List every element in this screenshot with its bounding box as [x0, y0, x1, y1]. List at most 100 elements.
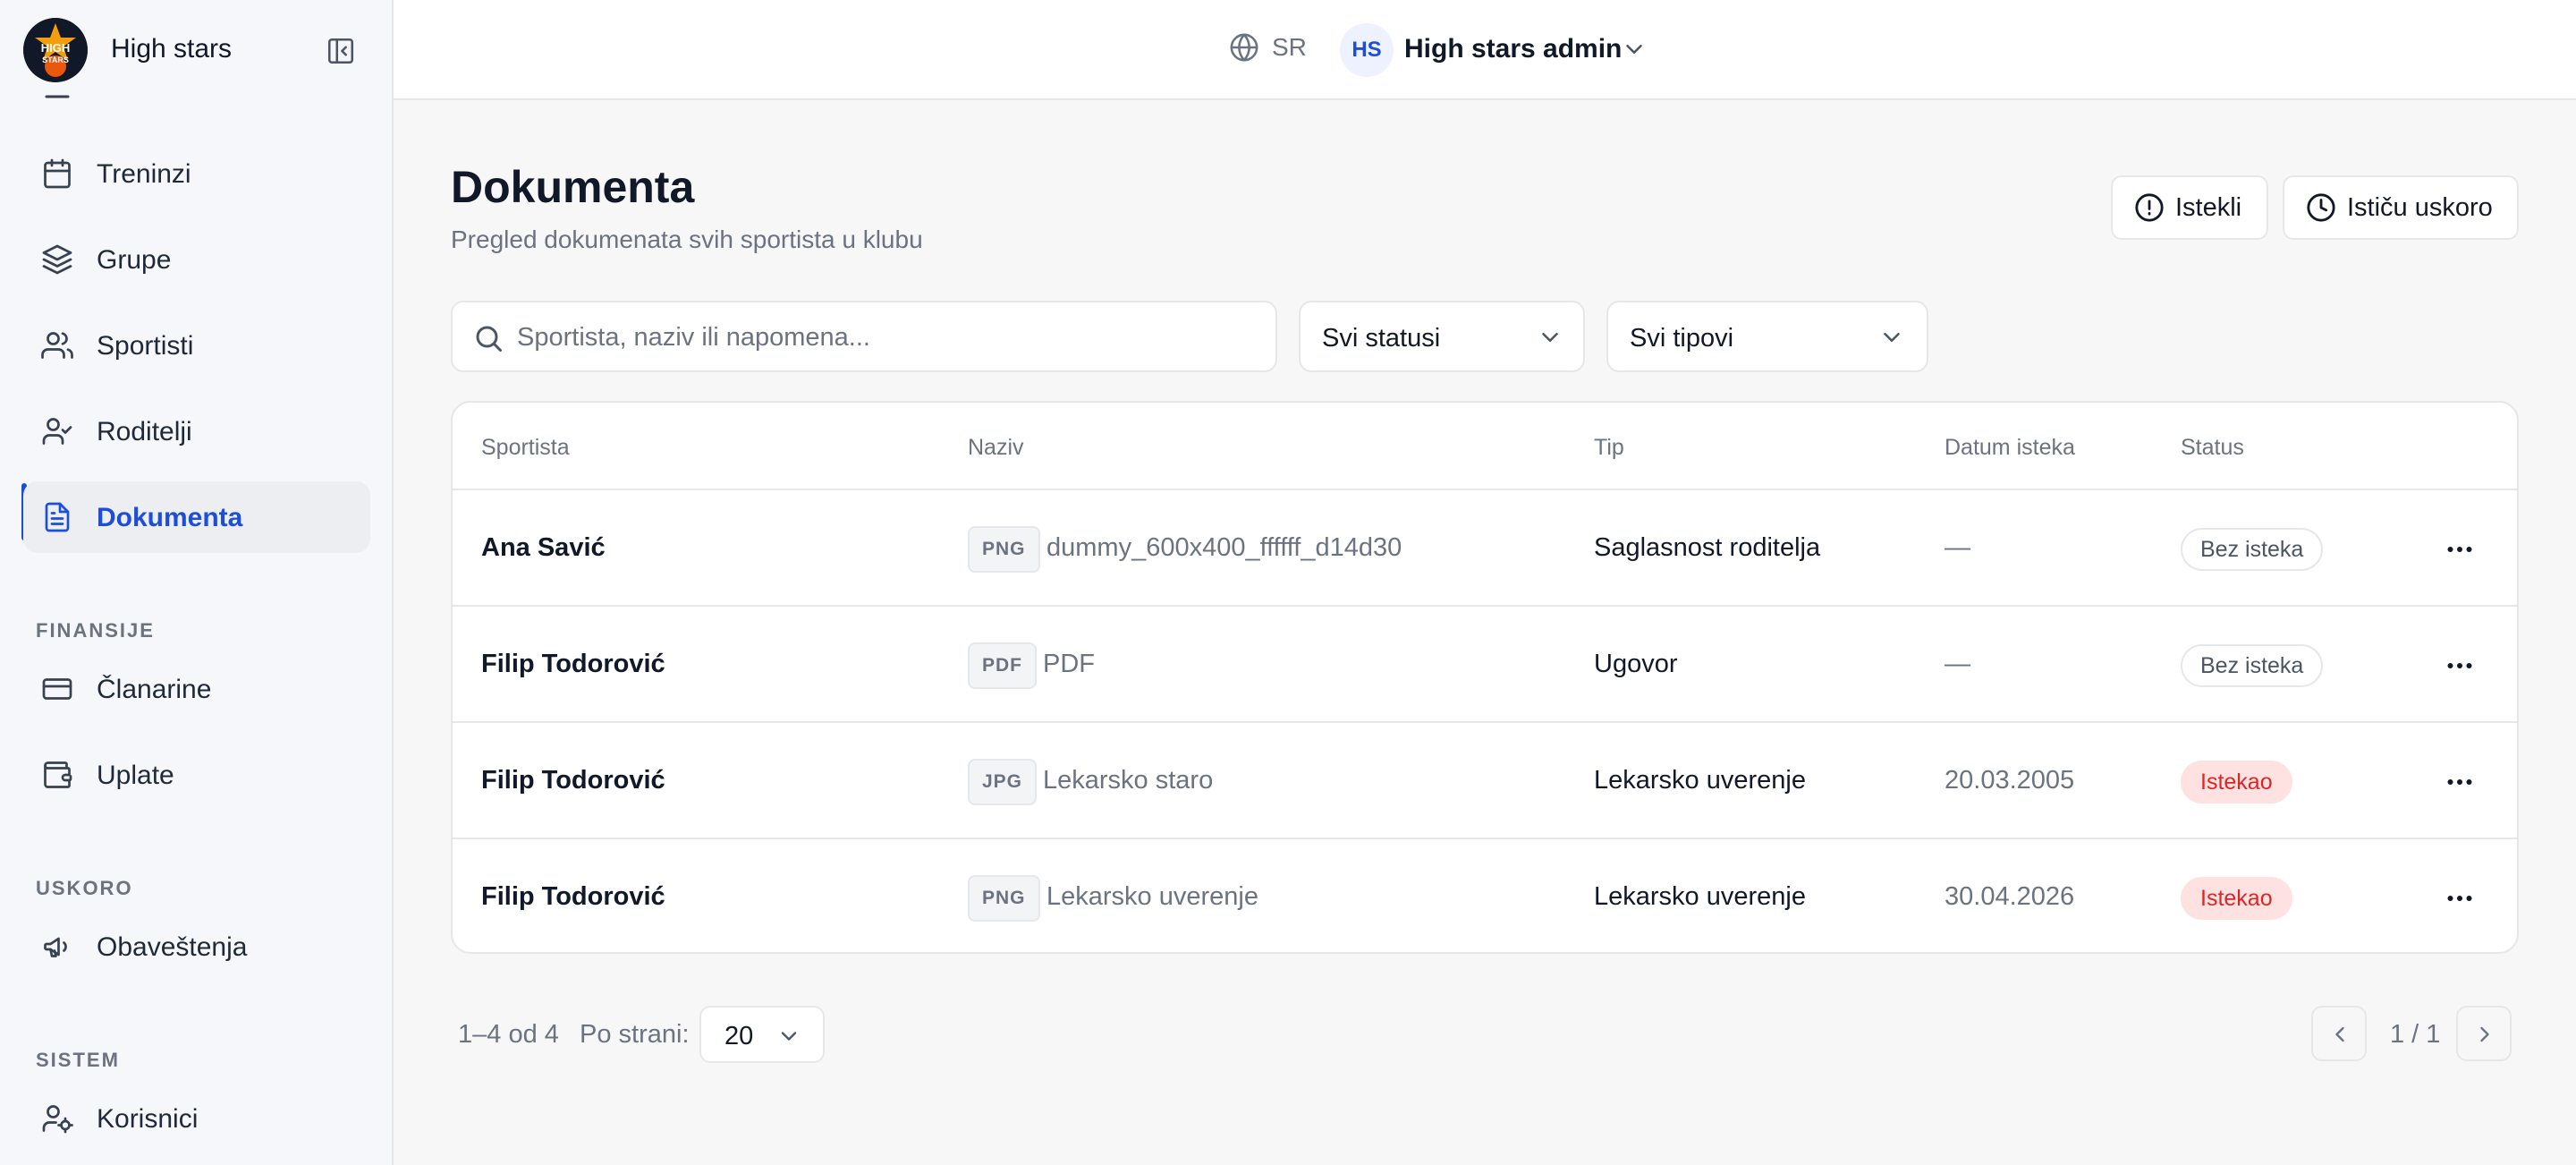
search-input[interactable] [517, 315, 1259, 360]
globe-icon [1229, 32, 1259, 63]
file-name-link[interactable]: Lekarsko uverenje [1046, 882, 1258, 912]
more-actions-icon[interactable] [2444, 882, 2476, 914]
table-row[interactable]: Filip Todorović PDF PDF Ugovor — Bez ist… [453, 607, 2517, 723]
calendar-icon [41, 157, 73, 190]
expiring-soon-button-label: Ističu uskoro [2347, 192, 2493, 222]
column-header[interactable]: Sportista [481, 435, 570, 461]
sidebar-item-label: Sportisti [97, 331, 194, 361]
sidebar-item-clanarine[interactable]: Članarine [23, 653, 370, 725]
document-type: Ugovor [1594, 650, 1678, 678]
expiry-date: — [1945, 533, 1970, 562]
search-field [451, 301, 1277, 372]
clock-icon [2306, 192, 2336, 223]
per-page-value: 20 [724, 1022, 754, 1050]
sidebar-item-label: Obaveštenja [97, 932, 248, 962]
file-text-icon [41, 501, 73, 533]
expiry-date: — [1945, 650, 1970, 678]
club-logo[interactable]: HIGH STARS [23, 18, 88, 82]
sidebar-item-uplate[interactable]: Uplate [23, 739, 370, 811]
sidebar-collapse-icon[interactable] [326, 36, 356, 66]
page-subtitle: Pregled dokumenata svih sportista u klub… [451, 225, 923, 253]
more-actions-icon[interactable] [2444, 533, 2476, 565]
column-header[interactable]: Naziv [968, 435, 1024, 461]
athlete-name: Ana Savić [481, 533, 606, 562]
chevron-right-icon [2480, 1026, 2489, 1042]
more-actions-icon[interactable] [2444, 766, 2476, 798]
expired-button[interactable]: Istekli [2111, 175, 2268, 240]
sidebar-section-title: FINANSIJE [36, 619, 155, 642]
status-badge: Bez isteka [2181, 528, 2324, 571]
file-name-link[interactable]: PDF [1043, 650, 1095, 679]
column-header[interactable]: Tip [1594, 435, 1624, 461]
page-title: Dokumenta [451, 162, 695, 212]
table-row[interactable]: Filip Todorović PNG Lekarsko uverenje Le… [453, 839, 2517, 952]
expiry-date: 20.03.2005 [1945, 766, 2075, 795]
document-type: Lekarsko uverenje [1594, 882, 1806, 911]
chevron-left-icon [2335, 1026, 2344, 1042]
language-code: SR [1272, 33, 1307, 61]
per-page-select[interactable]: 20 [699, 1006, 825, 1063]
document-type: Saglasnost roditelja [1594, 533, 1821, 562]
table-header: Sportista Naziv Tip Datum isteka Status [453, 403, 2517, 490]
file-type-badge: PDF [968, 642, 1037, 689]
documents-table: Sportista Naziv Tip Datum isteka Status … [451, 401, 2519, 954]
column-header[interactable]: Datum isteka [1945, 435, 2075, 461]
prev-page-button[interactable] [2311, 1006, 2367, 1061]
sidebar-item-label: Članarine [97, 675, 212, 704]
file-type-badge: PNG [968, 875, 1040, 922]
language-switcher[interactable]: SR [1229, 32, 1307, 63]
file-name-link[interactable]: Lekarsko staro [1043, 766, 1213, 795]
wallet-icon [41, 759, 73, 791]
sidebar-item-obavestenja[interactable]: Obaveštenja [23, 911, 370, 982]
column-header[interactable]: Status [2181, 435, 2244, 461]
results-range: 1–4 od 4 [458, 1020, 559, 1049]
sidebar-item-partial[interactable] [41, 95, 73, 100]
athlete-name: Filip Todorović [481, 650, 665, 678]
type-filter-select[interactable]: Svi tipovi [1606, 301, 1928, 372]
sidebar-item-korisnici[interactable]: Korisnici [23, 1083, 370, 1154]
expiring-soon-button[interactable]: Ističu uskoro [2283, 175, 2519, 240]
brand-name: High stars [111, 34, 233, 64]
sidebar-item-label: Uplate [97, 761, 174, 790]
alert-circle-icon [2134, 192, 2165, 223]
file-name-link[interactable]: dummy_600x400_ffffff_d14d30 [1046, 533, 1402, 563]
sidebar-item-label: Treninzi [97, 159, 191, 189]
svg-text:STARS: STARS [42, 55, 69, 64]
sidebar-item-grupe[interactable]: Grupe [23, 224, 370, 295]
expired-button-label: Istekli [2175, 192, 2242, 222]
chevron-down-icon [1537, 324, 1563, 351]
sidebar-item-label: Dokumenta [97, 503, 243, 532]
status-filter-value: Svi statusi [1322, 324, 1441, 353]
next-page-button[interactable] [2456, 1006, 2512, 1061]
sidebar-header: HIGH STARS High stars [0, 0, 392, 100]
user-check-icon [41, 415, 73, 447]
document-type: Lekarsko uverenje [1594, 766, 1806, 795]
page-info: 1 / 1 [2390, 1020, 2441, 1049]
sidebar-item-label: Korisnici [97, 1104, 199, 1134]
more-actions-icon[interactable] [2444, 650, 2476, 682]
file-type-badge: JPG [968, 759, 1038, 805]
sidebar-item-label: Grupe [97, 245, 172, 275]
topbar: SR HS High stars admin [394, 0, 2576, 100]
file-type-badge: PNG [968, 526, 1040, 573]
megaphone-icon [41, 931, 73, 963]
expiry-date: 30.04.2026 [1945, 882, 2075, 911]
user-name[interactable]: High stars admin [1404, 34, 1622, 64]
sidebar: HIGH STARS High stars Treninzi Grupe Spo… [0, 0, 394, 1165]
sidebar-item-roditelji[interactable]: Roditelji [23, 395, 370, 467]
avatar[interactable]: HS [1340, 23, 1394, 77]
table-row[interactable]: Filip Todorović JPG Lekarsko staro Lekar… [453, 723, 2517, 839]
sidebar-item-dokumenta[interactable]: Dokumenta [23, 481, 370, 553]
sidebar-item-treninzi[interactable]: Treninzi [23, 138, 370, 209]
sidebar-item-sportisti[interactable]: Sportisti [23, 310, 370, 381]
status-badge: Istekao [2181, 877, 2292, 920]
sidebar-item-label: Roditelji [97, 417, 192, 446]
svg-text:HIGH: HIGH [41, 41, 71, 55]
table-row[interactable]: Ana Savić PNG dummy_600x400_ffffff_d14d3… [453, 490, 2517, 607]
credit-card-icon [41, 673, 73, 705]
status-filter-select[interactable]: Svi statusi [1299, 301, 1585, 372]
chevron-down-icon[interactable] [1621, 36, 1648, 63]
user-cog-icon [41, 1102, 73, 1135]
status-badge: Istekao [2181, 761, 2292, 804]
chevron-down-icon [1878, 324, 1905, 351]
